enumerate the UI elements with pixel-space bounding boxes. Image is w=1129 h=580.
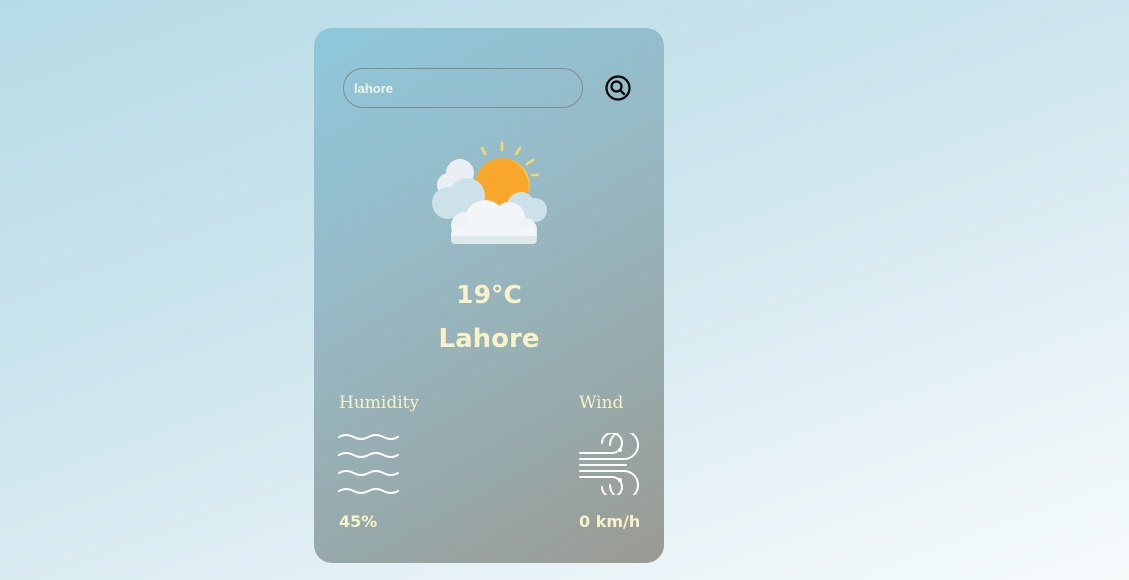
search-bar	[343, 68, 643, 108]
city-name: Lahore	[438, 324, 540, 354]
humidity-label: Humidity	[339, 393, 420, 413]
wind-value: 0 km/h	[579, 512, 641, 531]
partly-cloudy-icon	[432, 141, 547, 244]
wind-label: Wind	[579, 393, 624, 413]
humidity-value: 45%	[339, 512, 378, 531]
wind-icon	[579, 433, 639, 495]
search-input[interactable]	[343, 68, 583, 108]
search-icon	[605, 75, 631, 101]
humidity-waves-icon	[338, 434, 399, 494]
weather-card: 19°C Lahore Humidity 45% Wind 0 km/h	[314, 28, 664, 563]
temperature-value: 19°C	[456, 280, 522, 309]
search-button[interactable]	[604, 74, 632, 102]
